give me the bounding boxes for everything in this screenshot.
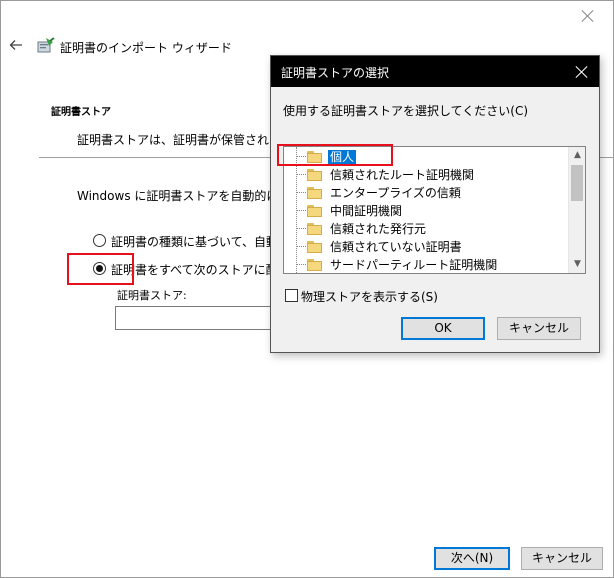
tree-item-personal[interactable]: 個人 — [284, 148, 569, 166]
next-button[interactable]: 次へ(N) — [434, 547, 510, 570]
scroll-down-icon[interactable]: ▼ — [569, 256, 585, 273]
folder-icon — [307, 151, 322, 163]
tree-item-label[interactable]: サードパーティルート証明機関 — [328, 258, 499, 272]
radio-manual-store[interactable] — [93, 262, 106, 275]
scroll-thumb[interactable] — [571, 165, 583, 201]
back-arrow-icon[interactable] — [9, 38, 23, 52]
tree-item-label[interactable]: 信頼された発行元 — [328, 222, 428, 236]
tree-item-trusted-root[interactable]: 信頼されたルート証明機関 — [284, 166, 569, 184]
folder-icon — [307, 205, 322, 217]
tree-item-label[interactable]: 中間証明機関 — [328, 204, 404, 218]
tree-item-trusted-publishers[interactable]: 信頼された発行元 — [284, 220, 569, 238]
tree-item-label[interactable]: 信頼されたルート証明機関 — [328, 168, 476, 182]
certificate-wizard-icon — [37, 37, 55, 55]
folder-icon — [307, 259, 322, 271]
store-select-dialog: 証明書ストアの選択 使用する証明書ストアを選択してください(C) 個人 信頼され… — [270, 55, 600, 353]
tree-scrollbar[interactable]: ▲ ▼ — [568, 147, 585, 273]
tree-item-enterprise-trust[interactable]: エンタープライズの信頼 — [284, 184, 569, 202]
folder-icon — [307, 223, 322, 235]
tree-item-untrusted[interactable]: 信頼されていない証明書 — [284, 238, 569, 256]
scroll-up-icon[interactable]: ▲ — [569, 147, 585, 164]
dialog-close-icon[interactable] — [575, 65, 589, 79]
folder-icon — [307, 187, 322, 199]
folder-icon — [307, 241, 322, 253]
radio-auto-select-label[interactable]: 証明書の種類に基づいて、自動的 — [111, 233, 290, 250]
cancel-button[interactable]: キャンセル — [521, 547, 603, 570]
section-heading: 証明書ストア — [51, 107, 111, 118]
close-icon[interactable] — [581, 9, 595, 23]
tree-item-label[interactable]: 個人 — [328, 150, 357, 164]
tree-item-label[interactable]: 信頼されていない証明書 — [328, 240, 464, 254]
ok-button[interactable]: OK — [401, 317, 485, 340]
dialog-titlebar: 証明書ストアの選択 — [271, 56, 599, 87]
store-input[interactable] — [115, 306, 275, 330]
tree-item-third-party-root[interactable]: サードパーティルート証明機関 — [284, 256, 569, 273]
show-physical-checkbox[interactable] — [285, 289, 298, 302]
wizard-title: 証明書のインポート ウィザード — [60, 41, 232, 55]
auto-select-text: Windows に証明書ストアを自動的に選択 — [77, 189, 303, 203]
dialog-prompt: 使用する証明書ストアを選択してください(C) — [283, 104, 529, 118]
tree-item-intermediate[interactable]: 中間証明機関 — [284, 202, 569, 220]
radio-auto-select[interactable] — [93, 234, 106, 247]
dialog-title: 証明書ストアの選択 — [281, 66, 390, 80]
folder-icon — [307, 169, 322, 181]
tree-item-label[interactable]: エンタープライズの信頼 — [328, 186, 463, 200]
dialog-cancel-button[interactable]: キャンセル — [497, 317, 581, 340]
store-label: 証明書ストア: — [117, 289, 187, 302]
store-tree[interactable]: 個人 信頼されたルート証明機関 エンタープライズの信頼 中間証明機関 信頼された… — [283, 146, 586, 274]
show-physical-label[interactable]: 物理ストアを表示する(S) — [301, 288, 438, 305]
